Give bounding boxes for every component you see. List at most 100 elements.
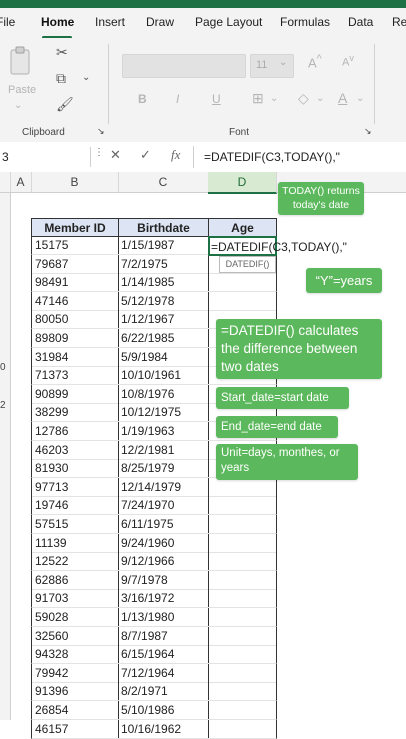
paste-label[interactable]: Paste	[8, 84, 36, 96]
birthdate-cell[interactable]: 10/10/1961	[118, 366, 209, 386]
increase-font-icon[interactable]: A^	[308, 53, 322, 70]
header-member-id[interactable]: Member ID	[31, 218, 119, 237]
formula-input[interactable]: =DATEDIF(C3,TODAY(),"	[204, 150, 340, 164]
member-id-cell[interactable]: 80050	[31, 310, 119, 330]
age-cell[interactable]	[208, 701, 277, 720]
member-id-cell[interactable]: 79942	[31, 663, 119, 683]
birthdate-cell[interactable]: 7/12/1964	[118, 663, 209, 683]
italic-button[interactable]: I	[176, 92, 179, 106]
tab-home[interactable]: Home	[41, 15, 74, 29]
tab-review[interactable]: Re	[392, 15, 406, 29]
age-cell[interactable]	[208, 589, 277, 609]
borders-dropdown-icon[interactable]: ⌄	[270, 93, 278, 104]
underline-button[interactable]: U	[212, 92, 221, 106]
clipboard-launcher-icon[interactable]: ↘	[97, 126, 105, 137]
birthdate-cell[interactable]: 3/16/1972	[118, 589, 209, 609]
header-age[interactable]: Age	[208, 218, 277, 237]
tab-formulas[interactable]: Formulas	[280, 15, 330, 29]
bold-button[interactable]: B	[138, 92, 147, 106]
format-painter-icon[interactable]: 🖌	[56, 96, 74, 113]
birthdate-cell[interactable]: 8/7/1987	[118, 626, 209, 646]
birthdate-cell[interactable]: 5/12/1978	[118, 291, 209, 311]
tab-draw[interactable]: Draw	[146, 15, 174, 29]
member-id-cell[interactable]: 81930	[31, 459, 119, 479]
birthdate-cell[interactable]: 9/12/1966	[118, 552, 209, 572]
member-id-cell[interactable]: 47146	[31, 291, 119, 311]
member-id-cell[interactable]: 46203	[31, 440, 119, 460]
member-id-cell[interactable]: 94328	[31, 645, 119, 665]
birthdate-cell[interactable]: 1/19/1963	[118, 422, 209, 441]
birthdate-cell[interactable]: 8/25/1979	[118, 459, 209, 479]
member-id-cell[interactable]: 89809	[31, 329, 119, 348]
member-id-cell[interactable]: 91703	[31, 589, 119, 609]
birthdate-cell[interactable]: 9/24/1960	[118, 533, 209, 553]
font-size-select[interactable]: 11 ⌄	[250, 54, 294, 78]
member-id-cell[interactable]: 62886	[31, 570, 119, 590]
birthdate-cell[interactable]: 7/24/1970	[118, 496, 209, 516]
member-id-cell[interactable]: 11139	[31, 533, 119, 553]
birthdate-cell[interactable]: 5/9/1984	[118, 347, 209, 367]
birthdate-cell[interactable]: 6/15/1964	[118, 645, 209, 665]
column-header-a[interactable]: A	[10, 172, 32, 192]
member-id-cell[interactable]: 91396	[31, 682, 119, 702]
age-cell[interactable]	[208, 552, 277, 572]
row-header[interactable]: 2	[0, 400, 10, 411]
tab-file[interactable]: File	[0, 15, 15, 29]
more-options-icon[interactable]: ⋮	[94, 147, 104, 158]
member-id-cell[interactable]: 12522	[31, 552, 119, 572]
birthdate-cell[interactable]: 1/12/1967	[118, 310, 209, 330]
paste-dropdown-icon[interactable]: ⌄	[14, 100, 22, 111]
birthdate-cell[interactable]: 8/2/1971	[118, 682, 209, 702]
copy-icon[interactable]: ⧉	[56, 70, 66, 87]
member-id-cell[interactable]: 26854	[31, 701, 119, 720]
age-cell[interactable]	[208, 273, 277, 293]
name-box[interactable]: 3	[0, 147, 91, 167]
member-id-cell[interactable]: 97713	[31, 477, 119, 497]
row-header[interactable]: 0	[0, 362, 10, 373]
age-cell[interactable]	[208, 608, 277, 627]
age-cell[interactable]	[208, 663, 277, 683]
member-id-cell[interactable]: 57515	[31, 515, 119, 534]
enter-icon[interactable]: ✓	[140, 147, 151, 163]
age-cell[interactable]	[208, 515, 277, 534]
tab-insert[interactable]: Insert	[95, 15, 125, 29]
font-launcher-icon[interactable]: ↘	[364, 126, 372, 137]
age-cell[interactable]	[208, 533, 277, 553]
birthdate-cell[interactable]: 9/7/1978	[118, 570, 209, 590]
age-cell[interactable]	[208, 291, 277, 311]
copy-dropdown-icon[interactable]: ⌄	[82, 72, 90, 83]
birthdate-cell[interactable]: 7/2/1975	[118, 254, 209, 274]
decrease-font-icon[interactable]: Av	[342, 53, 354, 69]
age-cell[interactable]	[208, 477, 277, 497]
age-cell[interactable]	[208, 570, 277, 590]
birthdate-cell[interactable]: 10/12/1975	[118, 403, 209, 423]
column-header-d[interactable]: D	[208, 172, 277, 194]
tab-page-layout[interactable]: Page Layout	[195, 15, 262, 29]
member-id-cell[interactable]: 46157	[31, 719, 119, 739]
fill-color-dropdown-icon[interactable]: ⌄	[316, 93, 324, 104]
member-id-cell[interactable]: 38299	[31, 403, 119, 423]
borders-icon[interactable]: ⊞	[252, 90, 264, 107]
font-name-select[interactable]	[122, 54, 246, 78]
birthdate-cell[interactable]: 1/14/1985	[118, 273, 209, 293]
cut-icon[interactable]: ✂	[56, 44, 68, 61]
member-id-cell[interactable]: 71373	[31, 366, 119, 386]
column-header-c[interactable]: C	[118, 172, 209, 192]
cancel-icon[interactable]: ✕	[110, 147, 121, 163]
fx-icon[interactable]: fx	[171, 147, 180, 163]
column-header-b[interactable]: B	[31, 172, 119, 192]
age-cell[interactable]	[208, 496, 277, 516]
birthdate-cell[interactable]: 10/8/1976	[118, 384, 209, 404]
member-id-cell[interactable]: 98491	[31, 273, 119, 293]
member-id-cell[interactable]: 31984	[31, 347, 119, 367]
active-cell-d3[interactable]: =DATEDIF(C3,TODAY(),"	[208, 236, 347, 256]
birthdate-cell[interactable]: 6/11/1975	[118, 515, 209, 534]
birthdate-cell[interactable]: 10/16/1962	[118, 719, 209, 739]
member-id-cell[interactable]: 32560	[31, 626, 119, 646]
birthdate-cell[interactable]: 5/10/1986	[118, 701, 209, 720]
birthdate-cell[interactable]: 6/22/1985	[118, 329, 209, 348]
age-cell[interactable]	[208, 645, 277, 665]
member-id-cell[interactable]: 12786	[31, 422, 119, 441]
member-id-cell[interactable]: 79687	[31, 254, 119, 274]
member-id-cell[interactable]: 19746	[31, 496, 119, 516]
